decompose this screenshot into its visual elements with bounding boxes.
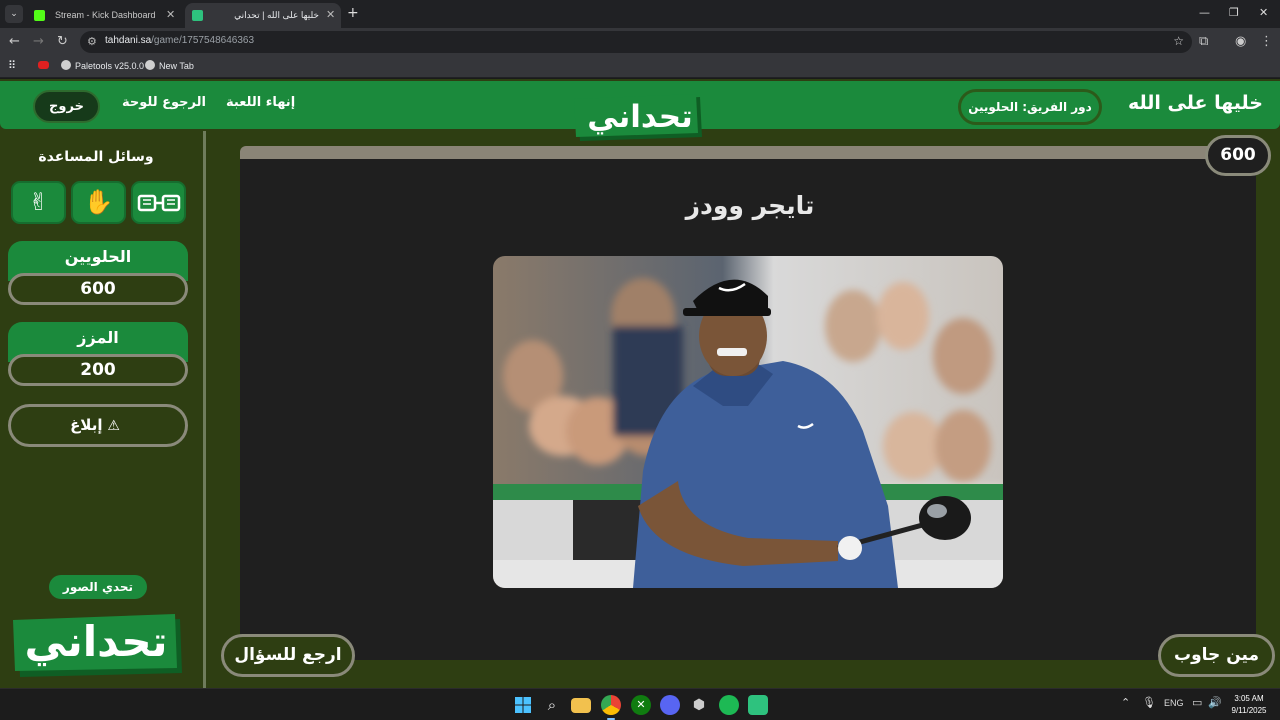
file-explorer-icon[interactable] — [571, 698, 591, 713]
address-toolbar: ← → ↻ ⚙ tahdani.sa/game/1757548646363 ☆ … — [0, 28, 1280, 56]
tab-close-icon[interactable]: ✕ — [326, 3, 335, 28]
globe-icon — [145, 60, 155, 70]
chrome-icon[interactable] — [601, 695, 621, 715]
app-cube-icon[interactable]: ⬢ — [689, 695, 709, 715]
kick-favicon-icon — [34, 10, 45, 21]
clock-time: 3:05 AM — [1234, 694, 1264, 703]
warning-icon: ⚠ — [102, 418, 120, 434]
microphone-icon[interactable]: 🎙 — [1142, 696, 1156, 709]
tab-tahdani[interactable]: خليها على الله | تحداني ✕ — [185, 3, 341, 28]
apps-grid-icon[interactable]: ⠿ — [8, 59, 16, 72]
back-to-question-button[interactable]: ارجع للسؤال — [221, 634, 355, 677]
turn-indicator: دور الفريق: الحلويين — [958, 89, 1102, 125]
close-window-button[interactable]: ✕ — [1259, 6, 1268, 19]
back-to-board-button[interactable]: الرجوع للوحة — [122, 95, 206, 110]
logo-text: تحداني — [587, 99, 693, 135]
bookmarks-bar: ⠿ Paletools v25.0.0 New Tab — [0, 56, 1280, 78]
tab-search-button[interactable]: ⌄ — [5, 5, 23, 23]
discord-icon[interactable] — [660, 695, 680, 715]
network-icon[interactable]: ▭ — [1192, 696, 1202, 709]
tahdani-logo: تحداني — [574, 94, 702, 141]
browser-menu-icon[interactable]: ⋮ — [1260, 34, 1273, 49]
xbox-icon[interactable]: ✕ — [631, 695, 651, 715]
team-card-halawiyeen: الحلويين 600 — [8, 241, 188, 305]
two-fingers-icon: ✌ — [28, 188, 49, 216]
help-raised-hand-button[interactable]: ✋ — [71, 181, 126, 224]
back-arrow-icon[interactable]: ← — [9, 34, 20, 50]
windows-taskbar: ⌕ ✕ ⬢ ⌃ 🎙 ENG ▭ 🔊 3:05 AM 9/11/2025 — [0, 688, 1280, 720]
report-button[interactable]: إبلاغ ⚠ — [8, 404, 188, 447]
question-photo — [493, 256, 1003, 588]
question-answer-title: تايجر وودز — [685, 191, 815, 220]
youtube-icon — [38, 61, 49, 69]
browser-tab-bar: ⌄ Stream - Kick Dashboard ✕ خليها على ال… — [0, 0, 1280, 28]
forward-arrow-icon[interactable]: → — [33, 34, 44, 50]
windows-start-icon[interactable] — [513, 695, 533, 715]
youtube-bookmark[interactable] — [38, 60, 53, 70]
bookmark-paletools[interactable]: Paletools v25.0.0 — [61, 60, 144, 71]
language-indicator[interactable]: ENG — [1164, 698, 1184, 708]
clock-date: 9/11/2025 — [1231, 706, 1267, 715]
tab-title: خليها على الله | تحداني — [234, 10, 319, 20]
double-answer-icon — [137, 194, 180, 212]
game-page: خروج الرجوع للوحة إنهاء اللعبة دور الفري… — [0, 79, 1280, 688]
minimize-button[interactable]: — — [1199, 6, 1210, 19]
question-top-bar — [240, 146, 1240, 159]
bookmark-star-icon[interactable]: ☆ — [1173, 34, 1184, 48]
globe-icon — [61, 60, 71, 70]
help-two-fingers-button[interactable]: ✌ — [11, 181, 66, 224]
address-bar[interactable]: ⚙ tahdani.sa/game/1757548646363 ☆ — [80, 31, 1192, 53]
new-tab-button[interactable]: + — [347, 5, 359, 21]
logo-text: تحداني — [25, 617, 168, 667]
site-info-icon[interactable]: ⚙ — [87, 35, 97, 48]
volume-icon[interactable]: 🔊 — [1208, 696, 1222, 709]
tahdani-app-icon[interactable] — [748, 695, 768, 715]
bookmark-new-tab[interactable]: New Tab — [145, 60, 194, 71]
game-title: خليها على الله — [1128, 92, 1263, 114]
tab-kick-dashboard[interactable]: Stream - Kick Dashboard ✕ — [25, 3, 183, 28]
restore-button[interactable]: ❐ — [1229, 6, 1239, 19]
help-tools-title: وسائل المساعدة — [38, 149, 154, 165]
reload-icon[interactable]: ↻ — [57, 34, 68, 50]
question-points: 600 — [1205, 135, 1271, 176]
spotify-icon[interactable] — [719, 695, 739, 715]
raised-hand-icon: ✋ — [83, 188, 114, 216]
tab-title: Stream - Kick Dashboard — [55, 10, 156, 20]
who-answered-button[interactable]: مين جاوب — [1158, 634, 1275, 677]
system-clock[interactable]: 3:05 AM 9/11/2025 — [1224, 693, 1274, 717]
team-card-mazz: المزز 200 — [8, 322, 188, 386]
tray-chevron-icon[interactable]: ⌃ — [1121, 696, 1130, 709]
extensions-icon[interactable]: ⧉ — [1199, 34, 1208, 49]
url-text[interactable]: tahdani.sa/game/1757548646363 — [105, 35, 254, 46]
end-game-button[interactable]: إنهاء اللعبة — [226, 95, 295, 110]
sidebar-divider — [203, 131, 206, 688]
tahdani-logo-small: تحداني — [13, 614, 182, 677]
team-score: 200 — [8, 354, 188, 386]
tahdani-favicon-icon — [192, 10, 203, 21]
exit-button[interactable]: خروج — [33, 90, 100, 123]
help-double-answer-button[interactable] — [131, 181, 186, 224]
team-score: 600 — [8, 273, 188, 305]
profile-avatar-icon[interactable]: ◉ — [1235, 34, 1246, 49]
tab-close-icon[interactable]: ✕ — [166, 3, 175, 28]
category-badge: تحدي الصور — [49, 575, 147, 599]
search-icon[interactable]: ⌕ — [542, 695, 562, 715]
golfer-image — [493, 256, 1003, 588]
report-label: إبلاغ — [70, 416, 103, 434]
